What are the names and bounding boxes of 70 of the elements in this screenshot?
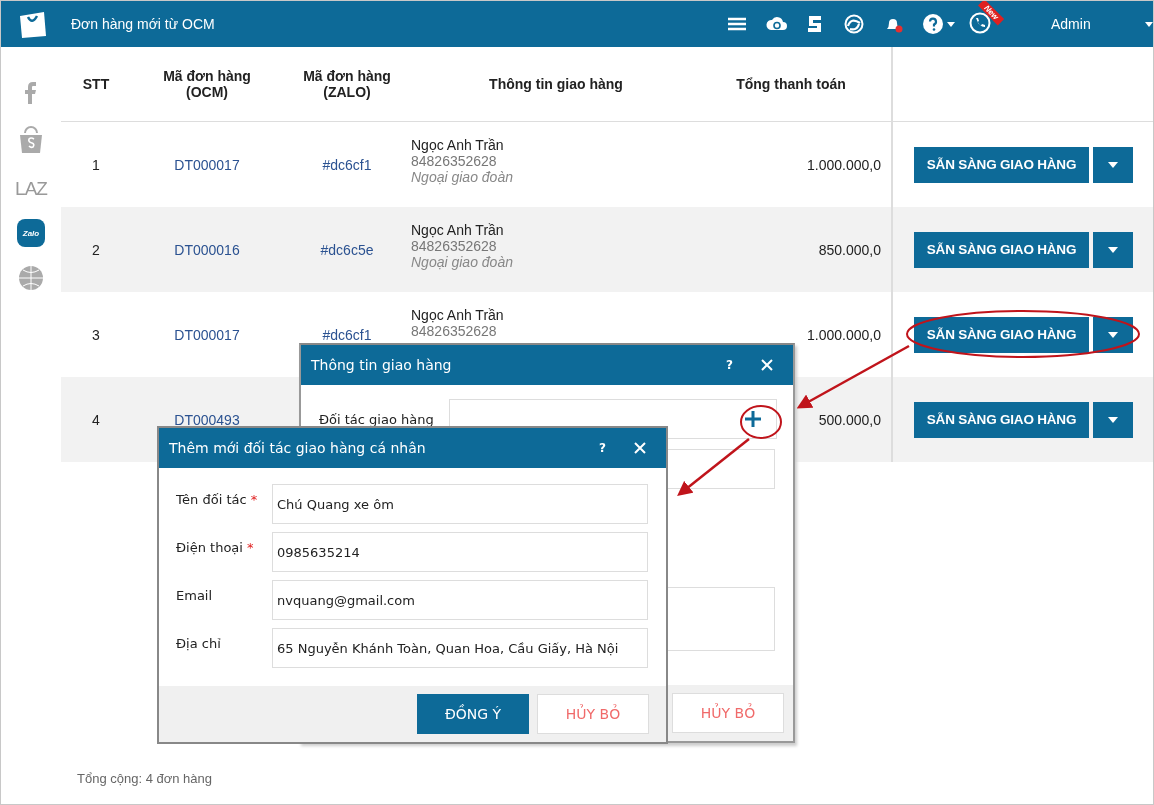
- swirl-icon[interactable]: [844, 14, 866, 34]
- column-header: Tổng thanh toán: [735, 76, 847, 92]
- ready-to-ship-button[interactable]: SẴN SÀNG GIAO HÀNG: [914, 401, 1089, 438]
- table-cell-text: 3: [91, 326, 101, 343]
- order-link[interactable]: DT000493: [131, 411, 283, 428]
- close-icon[interactable]: [761, 359, 773, 371]
- column-header: STT: [81, 76, 111, 92]
- customer-phone: 84826352628: [411, 238, 497, 254]
- cancel-button[interactable]: HỦY BỎ: [537, 694, 649, 734]
- caret-icon: [1108, 246, 1118, 253]
- table-cell-text: 2: [91, 241, 101, 258]
- field-label: Địa chỉ: [176, 636, 221, 651]
- table-cell: 500.000,0: [818, 411, 881, 428]
- order-link[interactable]: DT000017: [131, 326, 283, 343]
- input-field[interactable]: 0985635214: [272, 532, 648, 572]
- table-cell: 850.000,0: [818, 241, 881, 258]
- dialog-title: Thông tin giao hàng: [311, 357, 453, 373]
- caret-icon: [1108, 416, 1118, 423]
- field-label: Điện thoại: [176, 540, 243, 555]
- help-icon[interactable]: [922, 13, 944, 35]
- caret-icon[interactable]: [947, 21, 955, 27]
- column-header: Mã đơn hàng (ZALO): [302, 68, 392, 100]
- order-link[interactable]: DT000016: [131, 241, 283, 258]
- ready-to-ship-button[interactable]: SẴN SÀNG GIAO HÀNG: [914, 146, 1089, 183]
- help-button[interactable]: ?: [599, 441, 606, 455]
- help-button[interactable]: ?: [726, 358, 733, 372]
- cancel-button[interactable]: HỦY BỎ: [672, 693, 784, 733]
- input-field[interactable]: 65 Nguyễn Khánh Toàn, Quan Hoa, Cầu Giấy, Hà Nội: [272, 628, 648, 668]
- dropdown-button[interactable]: [1093, 146, 1133, 183]
- customer-name: Ngọc Anh Trần: [411, 137, 504, 153]
- column-header: Mã đơn hàng (OCM): [162, 68, 252, 100]
- required-mark: *: [250, 492, 258, 507]
- caret-icon[interactable]: [1145, 21, 1153, 27]
- order-link[interactable]: DT000017: [131, 156, 283, 173]
- confirm-button[interactable]: ĐỒNG Ý: [417, 694, 529, 734]
- page-title: Đơn hàng mới từ OCM: [71, 16, 216, 32]
- close-icon[interactable]: [634, 442, 646, 454]
- add-icon[interactable]: [744, 410, 762, 428]
- ready-to-ship-button[interactable]: SẴN SÀNG GIAO HÀNG: [914, 231, 1089, 268]
- required-mark: *: [246, 540, 254, 555]
- order-count: Tổng cộng: 4 đơn hàng: [77, 771, 212, 786]
- highlight-ellipse: [740, 405, 782, 439]
- order-link[interactable]: #dc6cf1: [283, 326, 411, 343]
- ready-to-ship-button[interactable]: SẴN SÀNG GIAO HÀNG: [914, 316, 1089, 353]
- input-field[interactable]: Chú Quang xe ôm: [272, 484, 648, 524]
- order-link[interactable]: #dc6c5e: [283, 241, 411, 258]
- dropdown-button[interactable]: [1093, 231, 1133, 268]
- customer-name: Ngọc Anh Trần: [411, 307, 504, 323]
- input-field[interactable]: nvquang@gmail.com: [272, 580, 648, 620]
- dialog-title: Thêm mới đối tác giao hàng cá nhân: [169, 440, 427, 456]
- caret-icon: [1108, 161, 1118, 168]
- bag-logo-icon[interactable]: [17, 9, 49, 39]
- user-menu[interactable]: Admin: [1051, 16, 1131, 32]
- zalo-logo[interactable]: Zalo: [17, 219, 45, 247]
- customer-phone: 84826352628: [411, 323, 497, 339]
- table-cell: 1.000.000,0: [807, 326, 881, 343]
- caret-icon: [1108, 331, 1118, 338]
- field-label: Email: [176, 588, 213, 603]
- customer-address: Ngoại giao đoàn: [411, 169, 513, 185]
- dropdown-button[interactable]: [1093, 401, 1133, 438]
- customer-phone: 84826352628: [411, 153, 497, 169]
- column-header: Thông tin giao hàng: [488, 76, 624, 92]
- table-cell-text: 4: [91, 411, 101, 428]
- table-cell: 1.000.000,0: [807, 156, 881, 173]
- order-link[interactable]: #dc6cf1: [283, 156, 411, 173]
- customer-name: Ngọc Anh Trần: [411, 222, 504, 238]
- customer-address: Ngoại giao đoàn: [411, 254, 513, 270]
- field-label: Đối tác giao hàng: [319, 411, 435, 427]
- field-label: Tên đối tác: [176, 492, 247, 507]
- table-cell-text: 1: [91, 156, 101, 173]
